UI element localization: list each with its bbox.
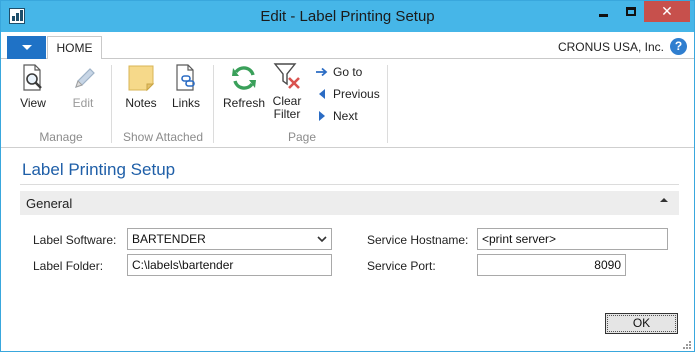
triangle-left-icon (315, 87, 329, 101)
go-to-label: Go to (333, 65, 363, 79)
close-button[interactable]: ✕ (644, 1, 690, 22)
ok-button[interactable]: OK (605, 313, 678, 334)
clear-filter-icon (272, 61, 302, 91)
chevron-down-icon[interactable] (316, 233, 328, 248)
previous-button[interactable]: Previous (315, 85, 380, 103)
tab-home[interactable]: HOME (47, 36, 102, 60)
edit-button[interactable]: Edit (63, 63, 103, 110)
edit-window: Edit - Label Printing Setup ✕ HOME CRONU… (0, 0, 695, 352)
maximize-icon (625, 7, 636, 16)
maximize-button[interactable] (617, 1, 644, 22)
close-icon: ✕ (661, 3, 673, 20)
page-title: Label Printing Setup (22, 160, 176, 179)
view-button[interactable]: View (13, 63, 53, 110)
group-divider (387, 65, 388, 143)
divider (20, 184, 679, 185)
view-label: View (20, 96, 46, 110)
chevron-down-icon (21, 45, 32, 50)
group-divider (213, 65, 214, 143)
label-folder-input[interactable]: C:\labels\bartender (127, 254, 332, 276)
ribbon-group-page: Refresh Clear Filter Go to Previous Next… (217, 59, 387, 148)
ribbon-group-show-attached: Notes Links Show Attached (115, 59, 211, 148)
edit-label: Edit (72, 96, 94, 110)
links-label: Links (171, 96, 200, 110)
help-icon[interactable]: ? (670, 38, 687, 55)
next-button[interactable]: Next (315, 107, 358, 125)
notes-label: Notes (125, 96, 157, 110)
refresh-button[interactable]: Refresh (221, 63, 267, 110)
links-icon (171, 63, 201, 93)
notes-icon (126, 63, 156, 93)
service-hostname-input[interactable]: <print server> (477, 228, 668, 250)
chevron-up-icon[interactable] (659, 195, 669, 207)
label-software-dropdown[interactable]: BARTENDER (127, 228, 332, 250)
label-software-value: BARTENDER (132, 232, 206, 246)
notes-button[interactable]: Notes (121, 63, 161, 110)
label-software-label: Label Software: (33, 233, 117, 247)
links-button[interactable]: Links (167, 63, 205, 110)
group-divider (111, 65, 112, 143)
fasttab-label: General (26, 196, 73, 211)
application-menu-button[interactable] (7, 36, 46, 59)
clear-filter-label-line2: Filter (273, 107, 301, 121)
triangle-right-icon (315, 109, 329, 123)
refresh-icon (229, 63, 259, 93)
company-name: CRONUS USA, Inc. (557, 40, 664, 54)
clear-filter-button[interactable]: Clear Filter (267, 61, 307, 121)
ribbon-tab-strip: HOME CRONUS USA, Inc. ? (1, 32, 694, 60)
fasttab-general[interactable]: General (20, 191, 679, 215)
resize-grip-icon[interactable] (682, 339, 692, 349)
edit-icon (68, 63, 98, 93)
group-label-page: Page (287, 130, 317, 144)
arrow-right-icon (315, 65, 329, 79)
next-label: Next (333, 109, 358, 123)
service-hostname-label: Service Hostname: (367, 233, 469, 247)
minimize-icon (599, 14, 608, 17)
title-bar[interactable]: Edit - Label Printing Setup ✕ (1, 1, 694, 32)
go-to-button[interactable]: Go to (315, 63, 362, 81)
service-port-input[interactable]: 8090 (477, 254, 626, 276)
view-icon (18, 63, 48, 93)
ribbon: View Edit Manage Notes Links Show Attach… (1, 59, 694, 148)
label-folder-label: Label Folder: (33, 259, 104, 273)
service-port-label: Service Port: (367, 259, 436, 273)
previous-label: Previous (333, 87, 380, 101)
page-nav-list: Go to Previous Next (315, 61, 387, 131)
group-label-show-attached: Show Attached (122, 130, 204, 144)
minimize-button[interactable] (590, 1, 617, 22)
group-label-manage: Manage (39, 130, 83, 144)
focus-rectangle (607, 315, 676, 332)
refresh-label: Refresh (222, 96, 266, 110)
ribbon-group-manage: View Edit Manage (13, 59, 109, 148)
